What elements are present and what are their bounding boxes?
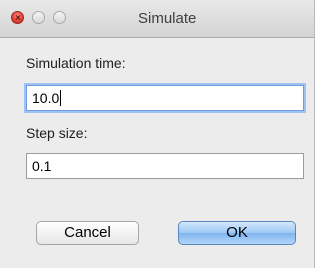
simulation-time-value: 10.0 [32, 90, 60, 106]
cancel-button[interactable]: Cancel [36, 221, 139, 245]
zoom-window-button[interactable] [53, 11, 66, 24]
text-caret [60, 90, 62, 106]
close-window-button[interactable] [11, 11, 24, 24]
step-size-label: Step size: [26, 125, 88, 141]
step-size-input[interactable]: 0.1 [26, 153, 304, 179]
title-bar: Simulate [0, 0, 314, 38]
ok-button[interactable]: OK [178, 221, 296, 245]
step-size-value: 0.1 [32, 158, 52, 174]
minimize-window-button[interactable] [32, 11, 45, 24]
simulate-dialog: Simulate Simulation time: 10.0 Step size… [0, 0, 315, 268]
simulation-time-label: Simulation time: [26, 55, 126, 71]
window-title: Simulate [138, 10, 197, 27]
simulation-time-input[interactable]: 10.0 [26, 85, 304, 111]
